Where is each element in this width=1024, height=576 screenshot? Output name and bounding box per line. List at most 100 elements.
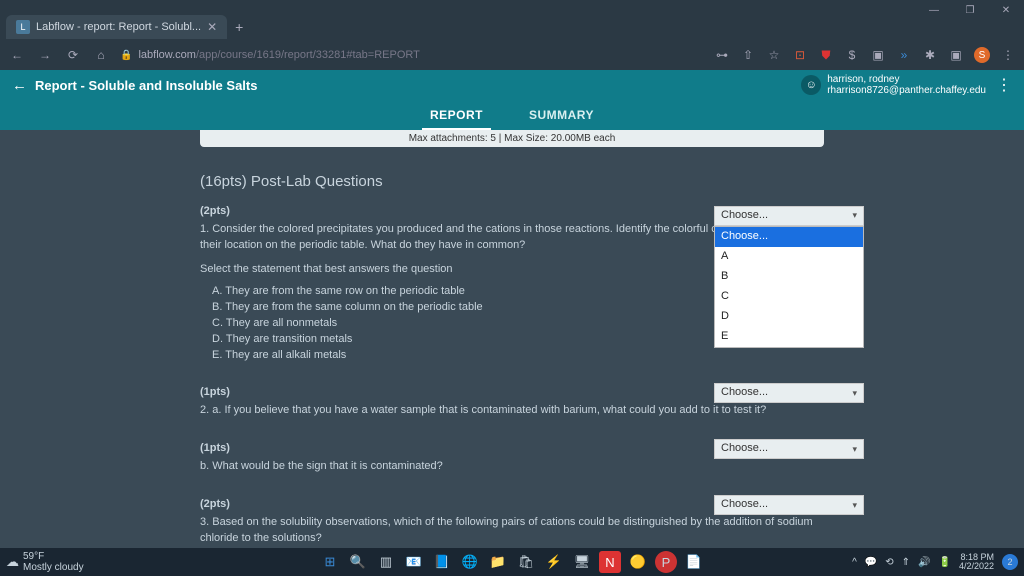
tray-volume-icon[interactable]: 🔊 <box>918 557 930 568</box>
header-menu-icon[interactable]: ⋮ <box>996 75 1012 95</box>
maximize-button[interactable]: ❐ <box>952 0 988 20</box>
q1-select[interactable]: Choose... ▾ <box>714 206 864 226</box>
lock-icon: 🔒 <box>120 50 132 61</box>
q2-text: 2. a. If you believe that you have a wat… <box>200 403 824 419</box>
dd-c[interactable]: C <box>715 287 863 307</box>
chrome-icon[interactable]: 🟡 <box>627 551 649 573</box>
question-4: (2pts) 3. Based on the solubility observ… <box>0 483 1024 548</box>
puzzle-icon[interactable]: ✱ <box>922 47 938 63</box>
q4-select[interactable]: Choose... ▾ <box>714 495 864 515</box>
dd-d[interactable]: D <box>715 307 863 327</box>
app-icon-5[interactable]: P <box>655 551 677 573</box>
taskview-icon[interactable]: ▥ <box>375 551 397 573</box>
q1-dropdown[interactable]: Choose... A B C D E <box>714 226 864 348</box>
close-button[interactable]: ✕ <box>988 0 1024 20</box>
cube-icon[interactable]: ▣ <box>870 47 886 63</box>
shield-icon[interactable]: ⛊ <box>818 47 834 63</box>
minimize-button[interactable]: — <box>916 0 952 20</box>
app-icon-4[interactable]: 🖥 <box>571 551 593 573</box>
start-icon[interactable]: ⊞ <box>319 551 341 573</box>
clock[interactable]: 8:18 PM 4/2/2022 <box>959 553 994 571</box>
system-tray: ^ 💬 ⟲ ⇑ 🔊 🔋 8:18 PM 4/2/2022 2 <box>852 553 1018 571</box>
edge-icon[interactable]: 🌐 <box>459 551 481 573</box>
browser-tab-strip: L Labflow - report: Report - Solubl... ✕… <box>0 14 1024 40</box>
q4-select-value: Choose... <box>721 497 768 513</box>
tray-up-icon[interactable]: ^ <box>852 557 857 568</box>
user-avatar-icon: ☺ <box>801 75 821 95</box>
notifications-icon[interactable]: 2 <box>1002 554 1018 570</box>
chevron-down-icon: ▾ <box>852 387 857 400</box>
taskbar-center: ⊞ 🔍 ▥ 📧 📘 🌐 📁 🛍 ⚡ 🖥 N 🟡 P 📄 <box>319 551 705 573</box>
app-icon-2[interactable]: 📘 <box>431 551 453 573</box>
tab-summary[interactable]: SUMMARY <box>521 108 602 130</box>
title-bar <box>0 0 1024 14</box>
weather-condition: Mostly cloudy <box>23 562 84 573</box>
tray-wifi-icon[interactable]: ⇑ <box>902 557 910 568</box>
user-name: harrison, rodney <box>827 74 986 85</box>
app-header: ← Report - Soluble and Insoluble Salts ☺… <box>0 70 1024 100</box>
content-area: Max attachments: 5 | Max Size: 20.00MB e… <box>0 130 1024 548</box>
question-1: (2pts) 1. Consider the colored precipita… <box>0 198 1024 371</box>
tray-chat-icon[interactable]: 💬 <box>865 557 877 568</box>
tray-icon[interactable]: ⊡ <box>792 47 808 63</box>
dd-e[interactable]: E <box>715 327 863 347</box>
user-badge[interactable]: ☺ harrison, rodney rharrison8726@panther… <box>801 74 986 96</box>
dd-choose[interactable]: Choose... <box>715 227 863 247</box>
q3-select[interactable]: Choose...▾ <box>714 439 864 459</box>
q3-select-value: Choose... <box>721 441 768 457</box>
question-2: (1pts) 2. a. If you believe that you hav… <box>0 371 1024 427</box>
search-icon[interactable]: 🔍 <box>347 551 369 573</box>
home-icon[interactable]: ⌂ <box>92 48 110 62</box>
temperature: 59°F <box>23 551 84 562</box>
browser-tab[interactable]: L Labflow - report: Report - Solubl... ✕ <box>6 15 227 39</box>
toolbar-right: ⊶ ⇧ ☆ ⊡ ⛊ $ ▣ » ✱ ▣ S ⋮ <box>714 47 1016 63</box>
attachment-limit: Max attachments: 5 | Max Size: 20.00MB e… <box>200 130 824 147</box>
app-back-icon[interactable]: ← <box>12 77 27 94</box>
app-icon-3[interactable]: ⚡ <box>543 551 565 573</box>
reload-icon[interactable]: ⟳ <box>64 48 82 62</box>
chevron-down-icon: ▾ <box>852 499 857 512</box>
q2-select[interactable]: Choose... ▾ <box>714 383 864 403</box>
app-icon-1[interactable]: 📧 <box>403 551 425 573</box>
tab-report[interactable]: REPORT <box>422 108 491 130</box>
q2-select-value: Choose... <box>721 385 768 401</box>
url-text: labflow.com/app/course/1619/report/33281… <box>138 49 419 61</box>
chevron-down-icon: ▾ <box>852 209 857 222</box>
store-icon[interactable]: 🛍 <box>515 551 537 573</box>
q3-text: b. What would be the sign that it is con… <box>200 459 824 475</box>
explorer-icon[interactable]: 📁 <box>487 551 509 573</box>
date: 4/2/2022 <box>959 562 994 571</box>
favicon-icon: L <box>16 20 30 34</box>
q1-select-value: Choose... <box>721 208 768 224</box>
dd-b[interactable]: B <box>715 267 863 287</box>
share-icon[interactable]: ⇧ <box>740 47 756 63</box>
tab-title: Labflow - report: Report - Solubl... <box>36 21 201 33</box>
address-bar-row: ← → ⟳ ⌂ 🔒 labflow.com/app/course/1619/re… <box>0 40 1024 70</box>
tray-battery-icon[interactable]: 🔋 <box>939 557 951 568</box>
weather-icon: ☁ <box>6 554 19 570</box>
stop-icon[interactable]: ▣ <box>948 47 964 63</box>
new-tab-button[interactable]: + <box>227 19 251 35</box>
dollar-icon[interactable]: $ <box>844 47 860 63</box>
close-tab-icon[interactable]: ✕ <box>207 20 217 34</box>
key-icon[interactable]: ⊶ <box>714 47 730 63</box>
url-bar[interactable]: 🔒 labflow.com/app/course/1619/report/332… <box>120 49 420 61</box>
tray-sync-icon[interactable]: ⟲ <box>885 557 893 568</box>
q1-opt-e: E. They are all alkali metals <box>212 348 824 364</box>
taskbar: ☁ 59°F Mostly cloudy ⊞ 🔍 ▥ 📧 📘 🌐 📁 🛍 ⚡ 🖥… <box>0 548 1024 576</box>
q4-text: 3. Based on the solubility observations,… <box>200 515 824 547</box>
star-icon[interactable]: ☆ <box>766 47 782 63</box>
section-title: (16pts) Post-Lab Questions <box>0 155 1024 198</box>
app-tabs: REPORT SUMMARY <box>0 100 1024 130</box>
browser-menu-icon[interactable]: ⋮ <box>1000 47 1016 63</box>
app-icon-6[interactable]: 📄 <box>683 551 705 573</box>
question-3: (1pts) b. What would be the sign that it… <box>0 427 1024 483</box>
nav-back-icon[interactable]: ← <box>8 48 26 62</box>
netflix-icon[interactable]: N <box>599 551 621 573</box>
profile-avatar-icon[interactable]: S <box>974 47 990 63</box>
ext-icon[interactable]: » <box>896 47 912 63</box>
user-email: rharrison8726@panther.chaffey.edu <box>827 85 986 96</box>
weather-widget[interactable]: ☁ 59°F Mostly cloudy <box>6 551 84 573</box>
dd-a[interactable]: A <box>715 247 863 267</box>
page-title: Report - Soluble and Insoluble Salts <box>35 78 257 93</box>
